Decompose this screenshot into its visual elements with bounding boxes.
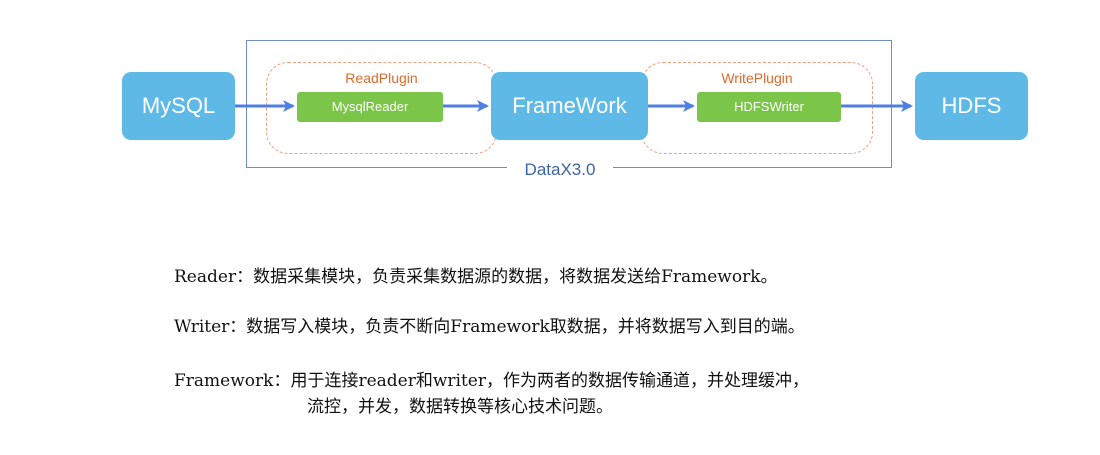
reader-description: Reader：数据采集模块，负责采集数据源的数据，将数据发送给Framework… xyxy=(174,267,778,287)
writer-description: Writer：数据写入模块，负责不断向Framework取数据，并将数据写入到目… xyxy=(174,317,805,337)
hdfs-node: HDFS xyxy=(915,72,1028,140)
framework-description-line-2: 流控，并发，数据转换等核心技术问题。 xyxy=(307,397,613,417)
framework-node: FrameWork xyxy=(491,72,648,140)
framework-description-line-1: Framework：用于连接reader和writer，作为两者的数据传输通道，… xyxy=(174,371,809,391)
hdfs-writer-node: HDFSWriter xyxy=(697,92,841,122)
mysql-node: MySQL xyxy=(122,72,235,140)
mysql-reader-node: MysqlReader xyxy=(297,92,443,122)
datax-architecture-diagram: DataX3.0 ReadPlugin WritePlugin MySQL My… xyxy=(0,0,1100,200)
